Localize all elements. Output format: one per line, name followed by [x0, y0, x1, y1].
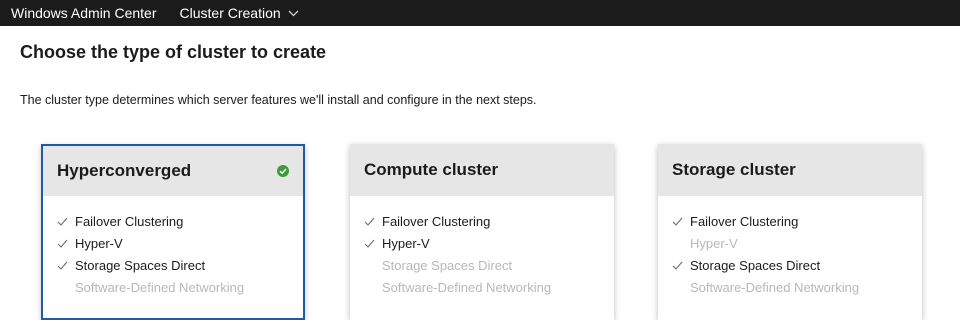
feature-label: Failover Clustering — [382, 213, 491, 229]
card-title: Hyperconverged — [57, 161, 192, 180]
checkmark-icon — [672, 283, 690, 292]
feature-item: Failover Clustering — [672, 210, 922, 232]
feature-label: Hyper-V — [382, 235, 430, 251]
checkmark-icon — [672, 261, 690, 270]
checkmark-icon — [672, 217, 690, 226]
feature-item: Storage Spaces Direct — [364, 254, 614, 276]
chevron-down-icon — [288, 10, 299, 16]
feature-label: Hyper-V — [75, 235, 123, 251]
checkmark-icon — [364, 217, 382, 226]
checkmark-icon — [57, 283, 75, 292]
app-title[interactable]: Windows Admin Center — [11, 5, 157, 21]
feature-label: Software-Defined Networking — [690, 279, 860, 295]
card-header: Compute cluster — [350, 144, 614, 196]
checkmark-icon — [364, 261, 382, 270]
feature-label: Storage Spaces Direct — [690, 257, 821, 273]
checkmark-icon — [57, 217, 75, 226]
feature-item: Hyper-V — [364, 232, 614, 254]
cluster-creation-menu[interactable]: Cluster Creation — [180, 5, 299, 21]
card-header: Hyperconverged — [43, 146, 303, 196]
feature-label: Software-Defined Networking — [75, 279, 245, 295]
feature-list: Failover Clustering Hyper-V Storage Spac… — [350, 196, 614, 298]
selected-check-circle-icon — [277, 165, 289, 177]
feature-label: Failover Clustering — [75, 213, 184, 229]
cluster-type-card-hyperconverged[interactable]: Hyperconverged Failover Clustering Hyper… — [41, 144, 305, 320]
checkmark-icon — [672, 239, 690, 248]
feature-item: Storage Spaces Direct — [57, 254, 303, 276]
feature-item: Storage Spaces Direct — [672, 254, 922, 276]
checkmark-icon — [57, 239, 75, 248]
page-description: The cluster type determines which server… — [20, 93, 537, 107]
feature-item: Failover Clustering — [57, 210, 303, 232]
cluster-type-card-storage[interactable]: Storage cluster Failover Clustering Hype… — [658, 144, 922, 320]
feature-list: Failover Clustering Hyper-V Storage Spac… — [43, 196, 303, 298]
feature-label: Storage Spaces Direct — [382, 257, 513, 273]
feature-item: Software-Defined Networking — [364, 276, 614, 298]
checkmark-icon — [364, 283, 382, 292]
feature-label: Storage Spaces Direct — [75, 257, 206, 273]
card-header: Storage cluster — [658, 144, 922, 196]
checkmark-icon — [364, 239, 382, 248]
top-bar: Windows Admin Center Cluster Creation — [0, 0, 960, 26]
feature-label: Hyper-V — [690, 235, 738, 251]
checkmark-icon — [57, 261, 75, 270]
nav-item-label: Cluster Creation — [179, 5, 281, 21]
cluster-type-card-compute[interactable]: Compute cluster Failover Clustering Hype… — [350, 144, 614, 320]
card-title: Compute cluster — [364, 160, 499, 179]
card-title: Storage cluster — [672, 160, 796, 179]
feature-label: Software-Defined Networking — [382, 279, 552, 295]
page-title: Choose the type of cluster to create — [20, 42, 327, 62]
feature-item: Hyper-V — [57, 232, 303, 254]
feature-list: Failover Clustering Hyper-V Storage Spac… — [658, 196, 922, 298]
feature-item: Failover Clustering — [364, 210, 614, 232]
feature-item: Software-Defined Networking — [57, 276, 303, 298]
feature-item: Software-Defined Networking — [672, 276, 922, 298]
feature-label: Failover Clustering — [690, 213, 799, 229]
feature-item: Hyper-V — [672, 232, 922, 254]
